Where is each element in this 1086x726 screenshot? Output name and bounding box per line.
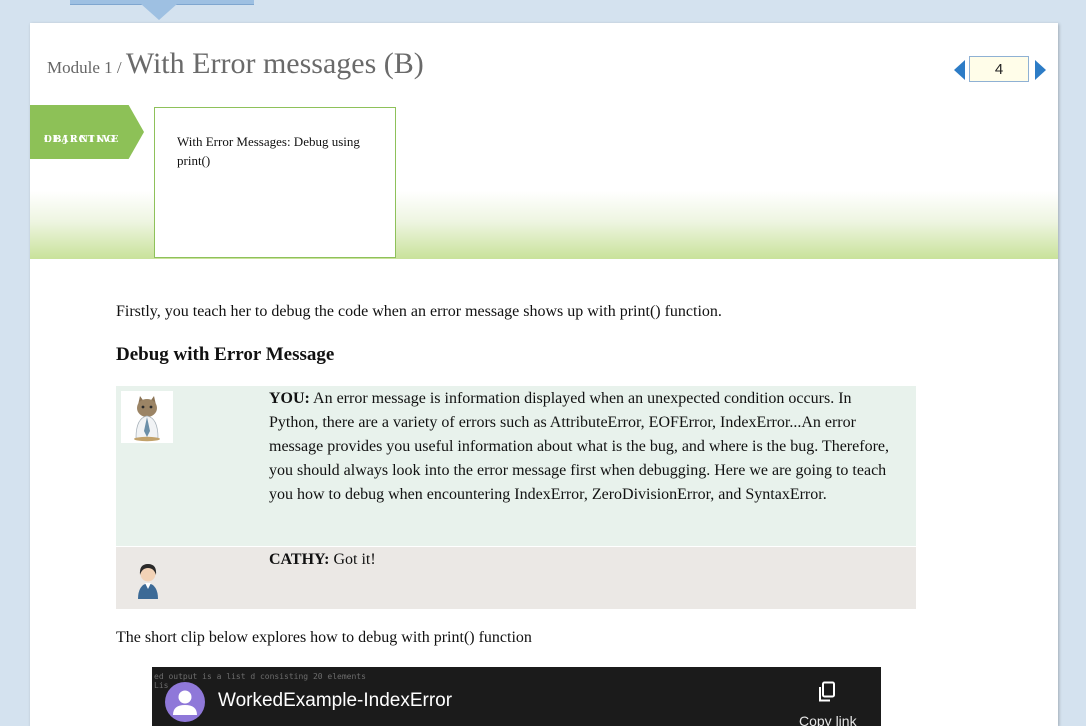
dialogue-you: YOU: An error message is information dis… bbox=[116, 386, 916, 546]
video-title[interactable]: WorkedExample-IndexError bbox=[218, 690, 452, 712]
top-nav-tab-pointer bbox=[141, 4, 177, 20]
channel-avatar-icon[interactable] bbox=[165, 682, 205, 722]
tutor-cat-avatar bbox=[121, 391, 173, 443]
cathy-message: Got it! bbox=[329, 551, 376, 568]
terminal-line-1: ed output is a list d consisting 20 elem… bbox=[154, 672, 366, 681]
speaker-cathy: CATHY: bbox=[269, 551, 330, 568]
video-player[interactable]: ed output is a list d consisting 20 elem… bbox=[152, 667, 881, 726]
you-dialogue-text: YOU: An error message is information dis… bbox=[269, 387, 899, 507]
copy-link-icon[interactable] bbox=[817, 681, 837, 703]
section-heading: Debug with Error Message bbox=[116, 344, 335, 365]
objective-tag-line2: OBJECTIVE bbox=[44, 135, 121, 145]
copy-link-button[interactable]: Copy link bbox=[799, 713, 857, 726]
page-title: With Error messages (B) bbox=[125, 47, 424, 80]
page-navigator bbox=[954, 55, 1046, 85]
previous-page-icon[interactable] bbox=[954, 60, 965, 80]
cathy-avatar bbox=[138, 564, 158, 599]
learning-objective-box: With Error Messages: Debug using print() bbox=[154, 107, 396, 258]
page-number-input[interactable] bbox=[969, 56, 1029, 82]
page-header: Module 1 / With Error messages (B) bbox=[47, 47, 424, 81]
next-page-icon[interactable] bbox=[1035, 60, 1046, 80]
module-label: Module 1 / bbox=[47, 58, 126, 77]
learning-objective-text: With Error Messages: Debug using print() bbox=[177, 134, 360, 168]
clip-intro: The short clip below explores how to deb… bbox=[116, 629, 532, 646]
cathy-dialogue-text: CATHY: Got it! bbox=[269, 548, 899, 572]
lesson-page: Module 1 / With Error messages (B) LEARN… bbox=[30, 23, 1058, 726]
speaker-you: YOU: bbox=[269, 390, 310, 407]
you-message: An error message is information displaye… bbox=[269, 390, 889, 503]
learning-objective-tag: LEARNING OBJECTIVE bbox=[30, 105, 144, 159]
intro-paragraph: Firstly, you teach her to debug the code… bbox=[116, 303, 722, 320]
dialogue-cathy: CATHY: Got it! bbox=[116, 547, 916, 609]
